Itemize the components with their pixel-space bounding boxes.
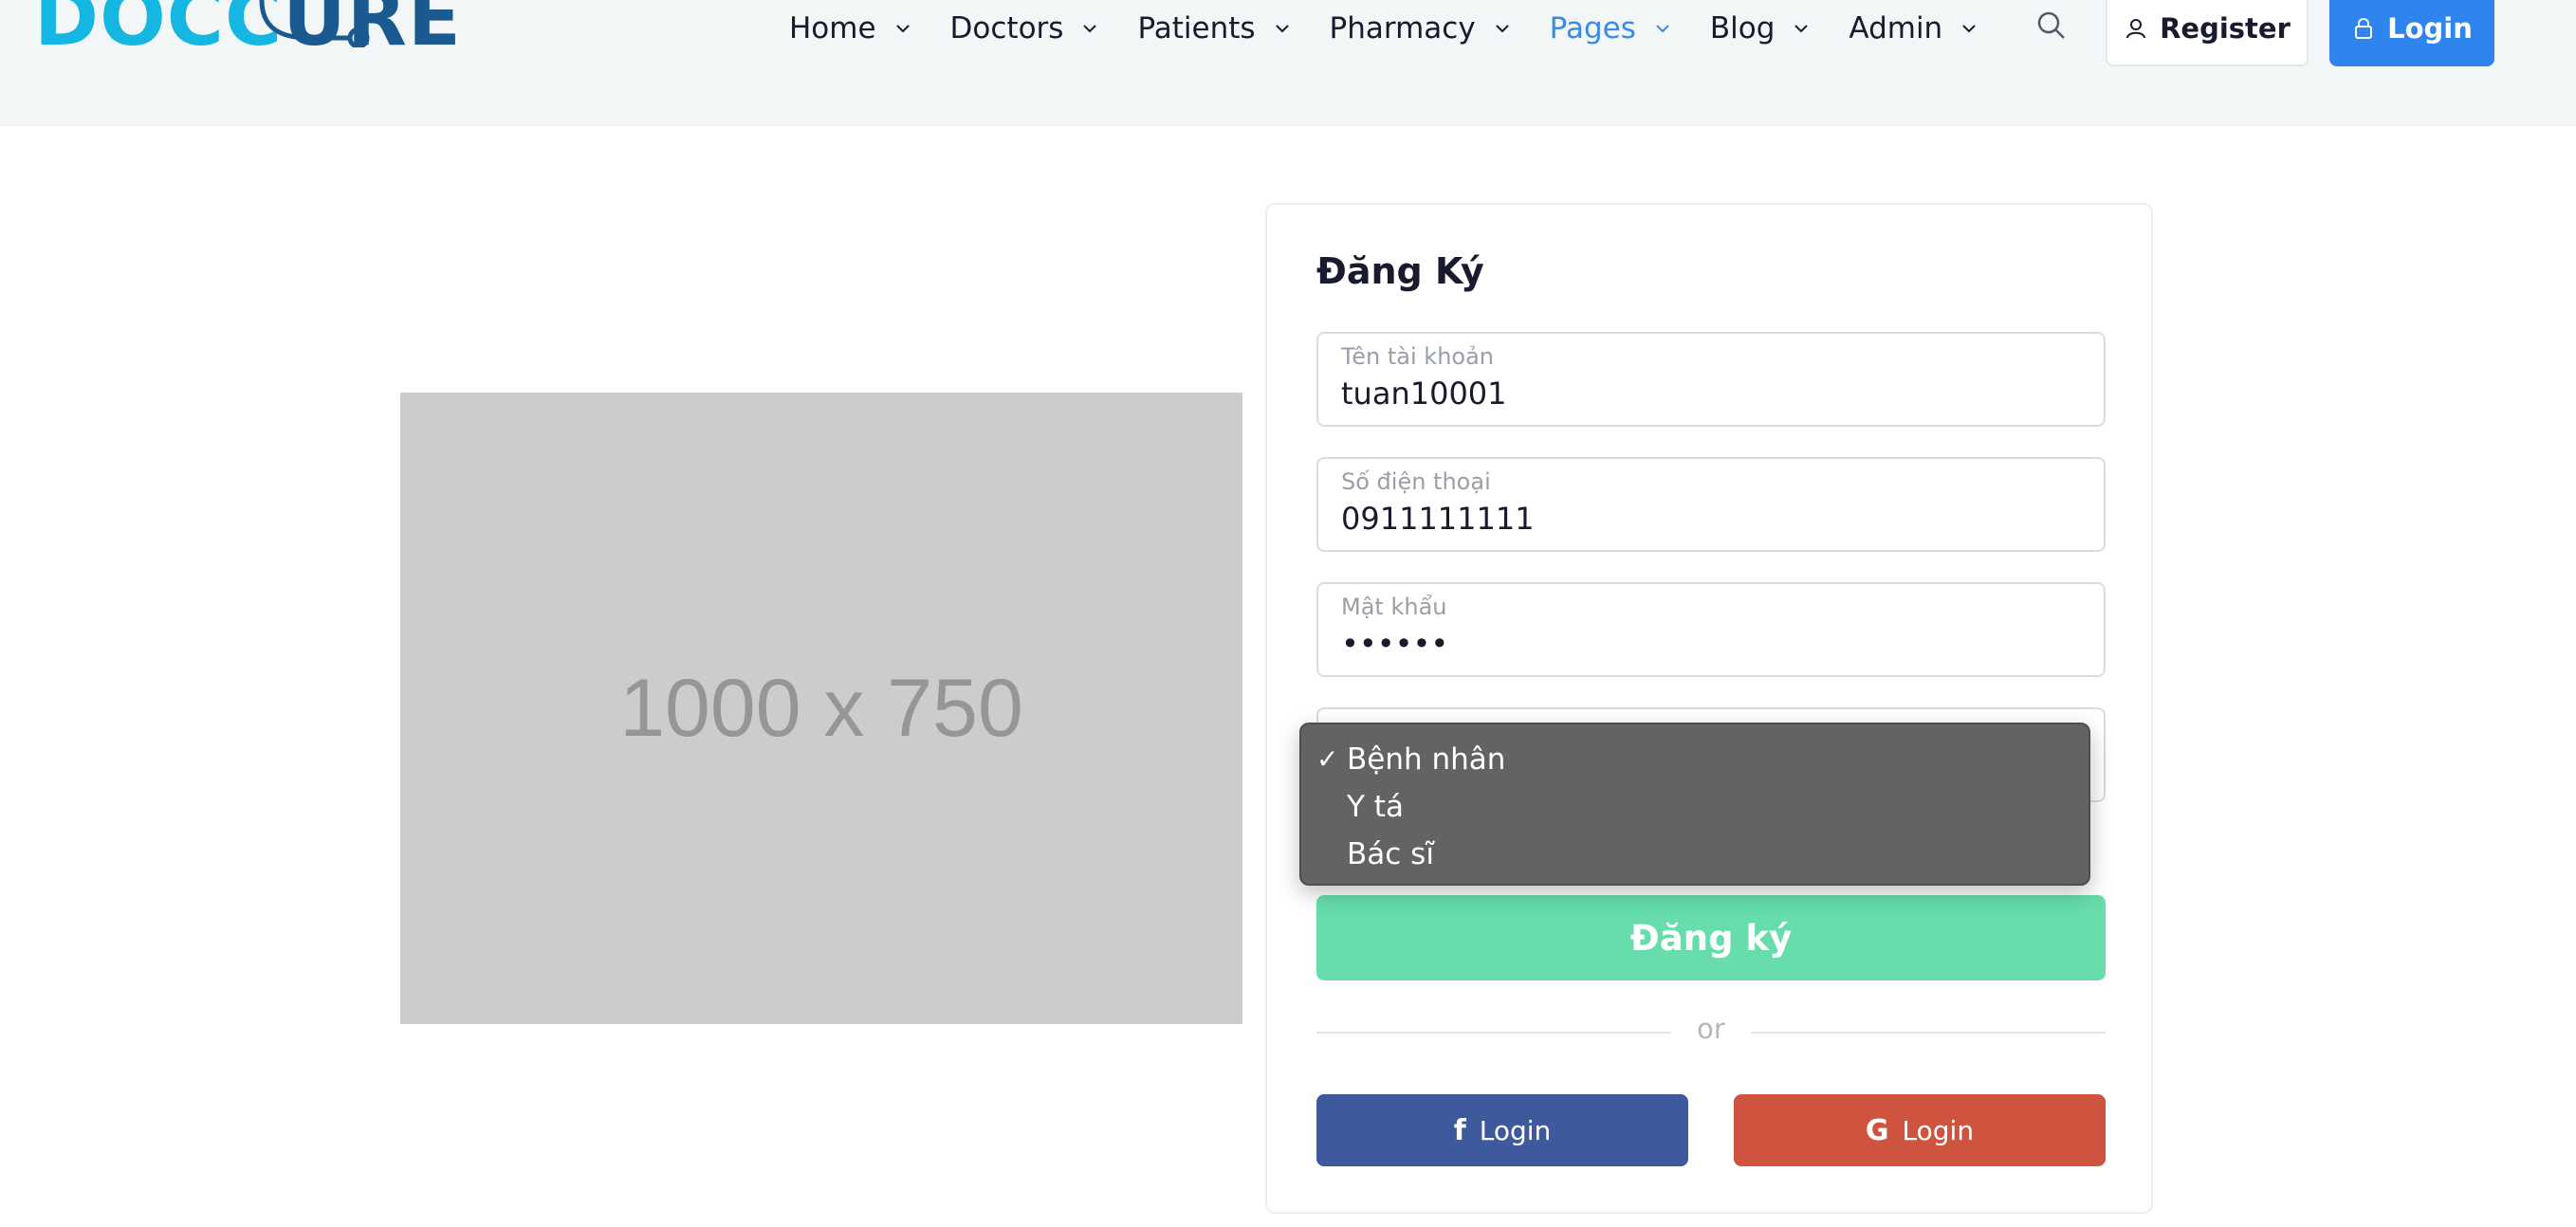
- phone-value: 0911111111: [1341, 501, 1535, 537]
- placeholder-image: 1000 x 750: [400, 393, 1242, 1024]
- username-label: Tên tài khoản: [1341, 343, 1495, 370]
- register-card: Đăng Ký Tên tài khoản tuan10001 Số điện …: [1265, 203, 2153, 1214]
- password-label: Mật khẩu: [1341, 594, 1447, 620]
- login-label: Login: [2387, 12, 2473, 45]
- chevron-down-icon: [895, 25, 910, 33]
- nav-home-label: Home: [789, 11, 876, 46]
- nav-blog[interactable]: Blog: [1710, 0, 1812, 57]
- chevron-down-icon: [1495, 25, 1509, 33]
- nav-admin[interactable]: Admin: [1849, 0, 1978, 57]
- or-divider: or: [1316, 1013, 2106, 1051]
- nav-doctors-label: Doctors: [949, 11, 1064, 46]
- nav-patients[interactable]: Patients: [1137, 0, 1291, 57]
- nav-pharmacy-label: Pharmacy: [1329, 11, 1476, 46]
- placeholder-text: 1000 x 750: [619, 662, 1023, 754]
- register-label: Register: [2160, 12, 2291, 45]
- phone-label: Số điện thoại: [1341, 468, 1491, 495]
- facebook-login-label: Login: [1479, 1114, 1552, 1146]
- chevron-down-icon: [1794, 25, 1809, 33]
- facebook-icon: f: [1453, 1113, 1466, 1147]
- username-field[interactable]: Tên tài khoản tuan10001: [1316, 332, 2106, 427]
- password-value: ••••••: [1341, 626, 1449, 662]
- nav-pharmacy[interactable]: Pharmacy: [1330, 0, 1512, 57]
- google-icon: G: [1865, 1113, 1889, 1147]
- check-icon: ✓: [1316, 743, 1339, 775]
- nav-doctors[interactable]: Doctors: [950, 0, 1100, 57]
- search-icon[interactable]: [2035, 9, 2068, 42]
- main-nav: Home Doctors Patients Pharmacy Pages Blo…: [789, 0, 2016, 57]
- lock-icon: [2355, 18, 2373, 39]
- role-option-label: Bệnh nhân: [1347, 742, 1506, 777]
- role-option-nurse[interactable]: Y tá: [1301, 783, 2088, 831]
- username-value: tuan10001: [1341, 375, 1507, 412]
- nav-pages-label: Pages: [1549, 11, 1636, 46]
- chevron-down-icon: [1656, 25, 1669, 33]
- nav-blog-label: Blog: [1709, 11, 1776, 46]
- nav-home[interactable]: Home: [789, 0, 912, 57]
- role-dropdown-menu: ✓ Bệnh nhân Y tá Bác sĩ: [1299, 723, 2090, 886]
- nav-pages[interactable]: Pages: [1550, 0, 1672, 57]
- or-label: or: [1697, 1013, 1725, 1045]
- user-icon: [2126, 19, 2146, 39]
- doccure-logo[interactable]: DOCCURE: [34, 0, 461, 76]
- submit-register-button[interactable]: Đăng ký: [1316, 895, 2106, 980]
- chevron-down-icon: [1275, 25, 1289, 33]
- register-button[interactable]: Register: [2106, 0, 2309, 66]
- divider-line-right: [1751, 1032, 2106, 1034]
- facebook-login-button[interactable]: f Login: [1316, 1094, 1688, 1166]
- page-title: Đăng Ký: [1316, 250, 1484, 292]
- google-login-button[interactable]: G Login: [1734, 1094, 2106, 1166]
- chevron-down-icon: [1083, 25, 1097, 33]
- site-header: DOCCURE Home Doctors Patients Pharmacy P…: [0, 0, 2576, 126]
- role-option-patient[interactable]: ✓ Bệnh nhân: [1301, 736, 2088, 783]
- role-option-label: Y tá: [1347, 790, 1404, 824]
- google-login-label: Login: [1902, 1114, 1975, 1146]
- password-field[interactable]: Mật khẩu ••••••: [1316, 582, 2106, 677]
- chevron-down-icon: [1962, 25, 1976, 33]
- phone-field[interactable]: Số điện thoại 0911111111: [1316, 457, 2106, 552]
- role-option-label: Bác sĩ: [1347, 837, 1434, 871]
- nav-patients-label: Patients: [1137, 11, 1256, 46]
- login-button[interactable]: Login: [2329, 0, 2494, 66]
- nav-admin-label: Admin: [1849, 11, 1943, 46]
- stethoscope-icon: [259, 0, 370, 47]
- role-option-doctor[interactable]: Bác sĩ: [1301, 831, 2088, 878]
